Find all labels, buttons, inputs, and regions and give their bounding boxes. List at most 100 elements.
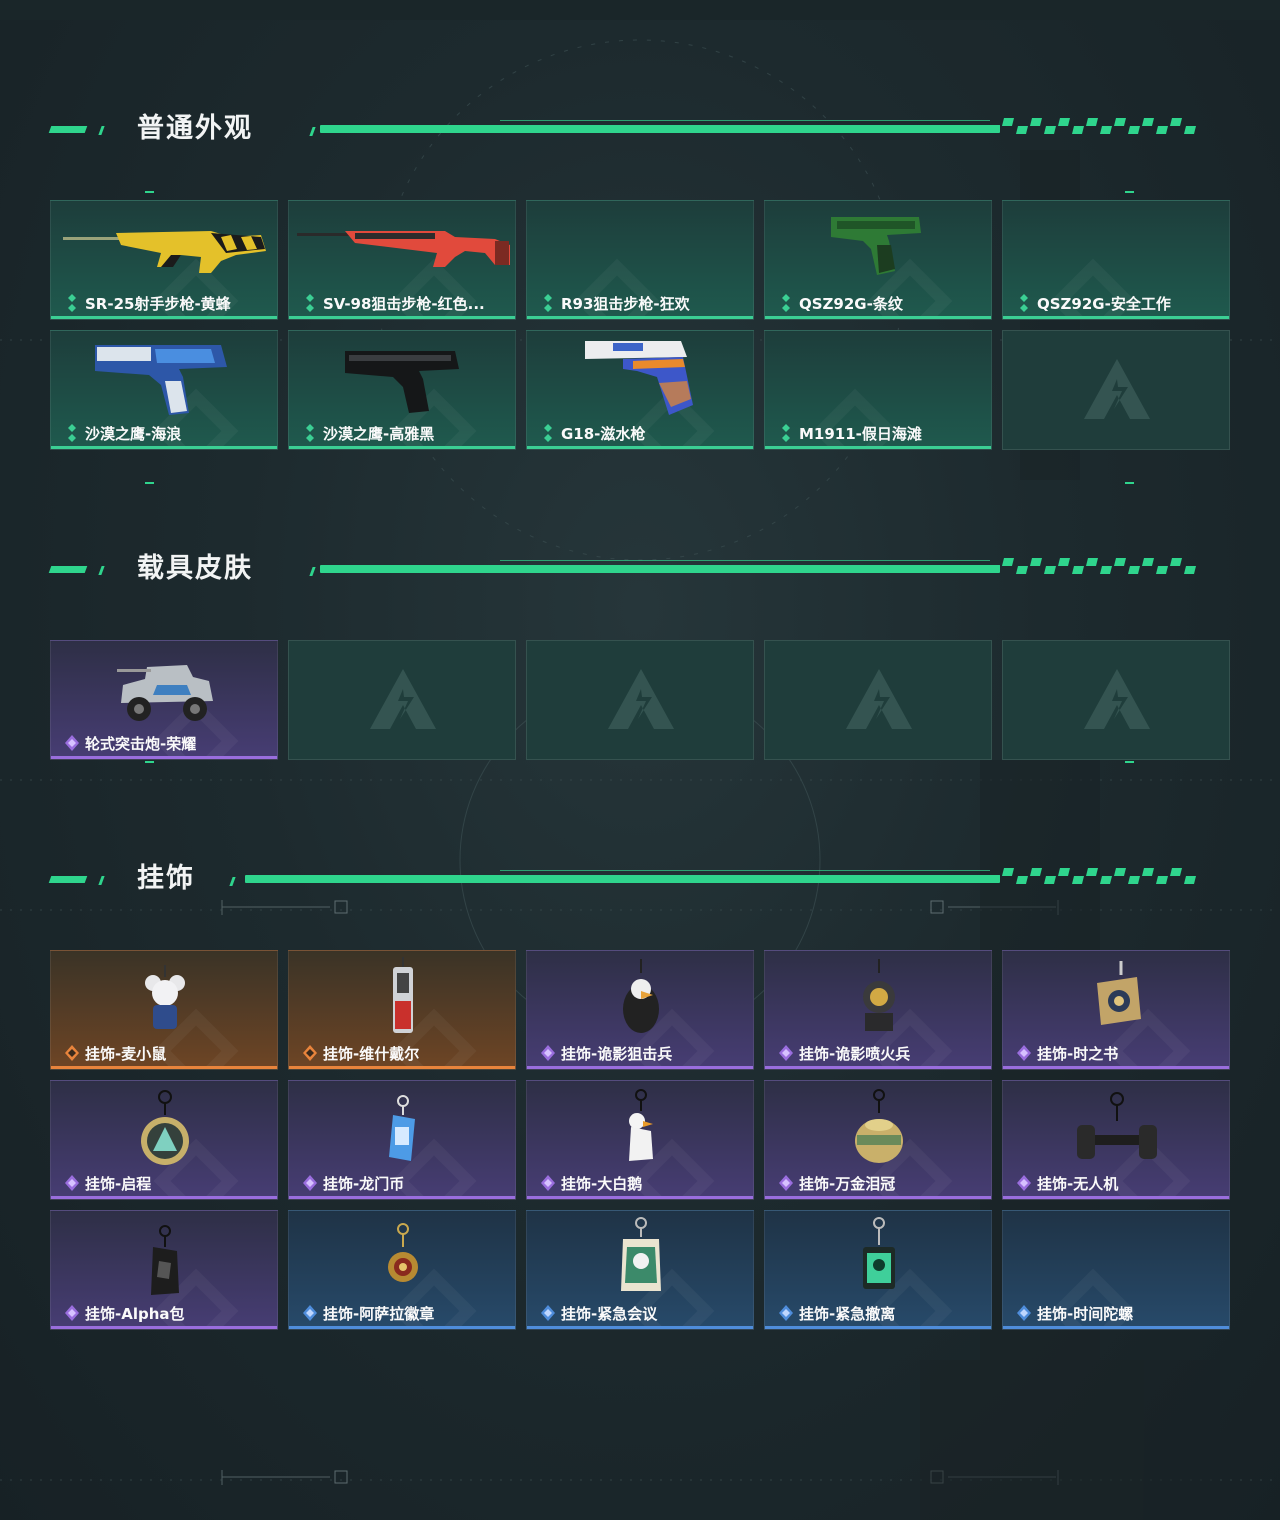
skin-card[interactable]: 沙漠之鹰-海浪 bbox=[50, 330, 278, 450]
header-dash bbox=[48, 126, 88, 133]
skin-label: M1911-假日海滩 bbox=[799, 425, 922, 443]
skin-card[interactable]: QSZ92G-条纹 bbox=[764, 200, 992, 320]
pistol-image bbox=[585, 341, 693, 415]
rarity-bar bbox=[765, 1066, 991, 1069]
rarity-bar bbox=[51, 1326, 277, 1329]
purple-diamonds-icon bbox=[65, 1175, 79, 1191]
header-bar bbox=[320, 125, 1000, 133]
charm-image bbox=[855, 1089, 903, 1163]
skin-card[interactable]: 沙漠之鹰-高雅黑 bbox=[288, 330, 516, 450]
rarity-bar bbox=[1003, 1196, 1229, 1199]
rarity-bar bbox=[527, 1066, 753, 1069]
charm-card[interactable]: 挂饰-维什戴尔 bbox=[288, 950, 516, 1070]
charm-label: 挂饰-诡影狙击兵 bbox=[561, 1045, 673, 1063]
header-line bbox=[500, 560, 990, 561]
charm-image bbox=[863, 1217, 895, 1289]
rarity-bar bbox=[527, 316, 753, 319]
vehicle-card[interactable]: 轮式突击炮-荣耀 bbox=[50, 640, 278, 760]
blue-diamonds-icon bbox=[1017, 1305, 1031, 1321]
charm-card[interactable]: 挂饰-Alpha包 bbox=[50, 1210, 278, 1330]
purple-diamonds-icon bbox=[65, 1305, 79, 1321]
section-title: 载具皮肤 bbox=[137, 553, 253, 584]
charm-image bbox=[629, 1089, 653, 1161]
header-bar bbox=[320, 565, 1000, 573]
pistol-image bbox=[345, 351, 459, 413]
section-title: 挂饰 bbox=[137, 863, 195, 894]
charm-card[interactable]: 挂饰-麦小鼠 bbox=[50, 950, 278, 1070]
delta-logo-icon bbox=[370, 669, 436, 729]
skin-card[interactable]: SV-98狙击步枪-红色... bbox=[288, 200, 516, 320]
rarity-bar bbox=[289, 1066, 515, 1069]
rarity-bar bbox=[1003, 316, 1229, 319]
green-diamonds-icon bbox=[544, 424, 552, 442]
header-line bbox=[500, 870, 990, 871]
header-checker bbox=[990, 118, 1196, 134]
rifle-image bbox=[297, 231, 510, 267]
skin-card[interactable]: G18-滋水枪 bbox=[526, 330, 754, 450]
skin-label: 轮式突击炮-荣耀 bbox=[85, 735, 197, 753]
charm-card[interactable]: 挂饰-龙门币 bbox=[288, 1080, 516, 1200]
skin-card[interactable]: R93狙击步枪-狂欢 bbox=[526, 200, 754, 320]
blue-diamonds-icon bbox=[541, 1305, 555, 1321]
charm-label: 挂饰-紧急撤离 bbox=[799, 1305, 896, 1323]
rarity-bar bbox=[1003, 1326, 1229, 1329]
green-diamonds-icon bbox=[306, 424, 314, 442]
charm-image bbox=[621, 1217, 661, 1291]
header-tick bbox=[98, 126, 105, 135]
header-tick bbox=[309, 127, 316, 136]
skin-label: SV-98狙击步枪-红色... bbox=[323, 295, 485, 313]
header-dash bbox=[48, 876, 88, 883]
charm-card[interactable]: 挂饰-启程 bbox=[50, 1080, 278, 1200]
charm-card[interactable]: 挂饰-大白鹅 bbox=[526, 1080, 754, 1200]
skin-card[interactable]: M1911-假日海滩 bbox=[764, 330, 992, 450]
charm-label: 挂饰-龙门币 bbox=[323, 1175, 405, 1193]
rarity-bar bbox=[289, 1196, 515, 1199]
rarity-bar bbox=[527, 1326, 753, 1329]
charm-label: 挂饰-维什戴尔 bbox=[323, 1045, 420, 1063]
skin-label: 沙漠之鹰-高雅黑 bbox=[323, 425, 435, 443]
header-tick bbox=[229, 877, 236, 886]
charm-image bbox=[141, 1090, 189, 1165]
charm-card[interactable]: 挂饰-诡影喷火兵 bbox=[764, 950, 992, 1070]
section-header-normal-skins: 普通外观 bbox=[0, 110, 1280, 150]
rarity-bar bbox=[51, 316, 277, 319]
charm-image bbox=[1077, 1092, 1157, 1159]
charm-label: 挂饰-大白鹅 bbox=[561, 1175, 643, 1193]
rarity-bar bbox=[289, 316, 515, 319]
charm-card[interactable]: 挂饰-时之书 bbox=[1002, 950, 1230, 1070]
delta-logo-icon bbox=[1084, 669, 1150, 729]
green-diamonds-icon bbox=[544, 294, 552, 312]
rarity-bar bbox=[51, 1196, 277, 1199]
charm-card[interactable]: 挂饰-阿萨拉徽章 bbox=[288, 1210, 516, 1330]
charm-card[interactable]: 挂饰-万金泪冠 bbox=[764, 1080, 992, 1200]
skin-label: QSZ92G-条纹 bbox=[799, 295, 903, 313]
charm-image bbox=[863, 959, 895, 1031]
header-dash bbox=[48, 566, 88, 573]
charm-label: 挂饰-阿萨拉徽章 bbox=[323, 1305, 435, 1323]
charm-card[interactable]: 挂饰-紧急撤离 bbox=[764, 1210, 992, 1330]
green-diamonds-icon bbox=[306, 294, 314, 312]
charm-card[interactable]: 挂饰-诡影狙击兵 bbox=[526, 950, 754, 1070]
charm-label: 挂饰-启程 bbox=[85, 1175, 152, 1193]
charm-label: 挂饰-诡影喷火兵 bbox=[799, 1045, 911, 1063]
vehicle-image bbox=[117, 665, 213, 721]
purple-diamonds-icon bbox=[541, 1175, 555, 1191]
rarity-bar bbox=[765, 316, 991, 319]
charm-card[interactable]: 挂饰-无人机 bbox=[1002, 1080, 1230, 1200]
skin-label: 沙漠之鹰-海浪 bbox=[85, 425, 182, 443]
charm-card[interactable]: 挂饰-时间陀螺 bbox=[1002, 1210, 1230, 1330]
rarity-bar bbox=[289, 446, 515, 449]
header-tick bbox=[309, 567, 316, 576]
charm-image bbox=[145, 965, 185, 1029]
header-tick bbox=[98, 566, 105, 575]
empty-slot bbox=[1002, 640, 1230, 760]
skin-card[interactable]: QSZ92G-安全工作 bbox=[1002, 200, 1230, 320]
empty-slot bbox=[288, 640, 516, 760]
charm-label: 挂饰-时之书 bbox=[1037, 1045, 1119, 1063]
header-checker bbox=[990, 558, 1196, 574]
header-tick bbox=[98, 876, 105, 885]
charm-card[interactable]: 挂饰-紧急会议 bbox=[526, 1210, 754, 1330]
purple-diamonds-icon bbox=[65, 735, 79, 751]
green-diamonds-icon bbox=[68, 294, 76, 312]
skin-card[interactable]: SR-25射手步枪-黄蜂 bbox=[50, 200, 278, 320]
